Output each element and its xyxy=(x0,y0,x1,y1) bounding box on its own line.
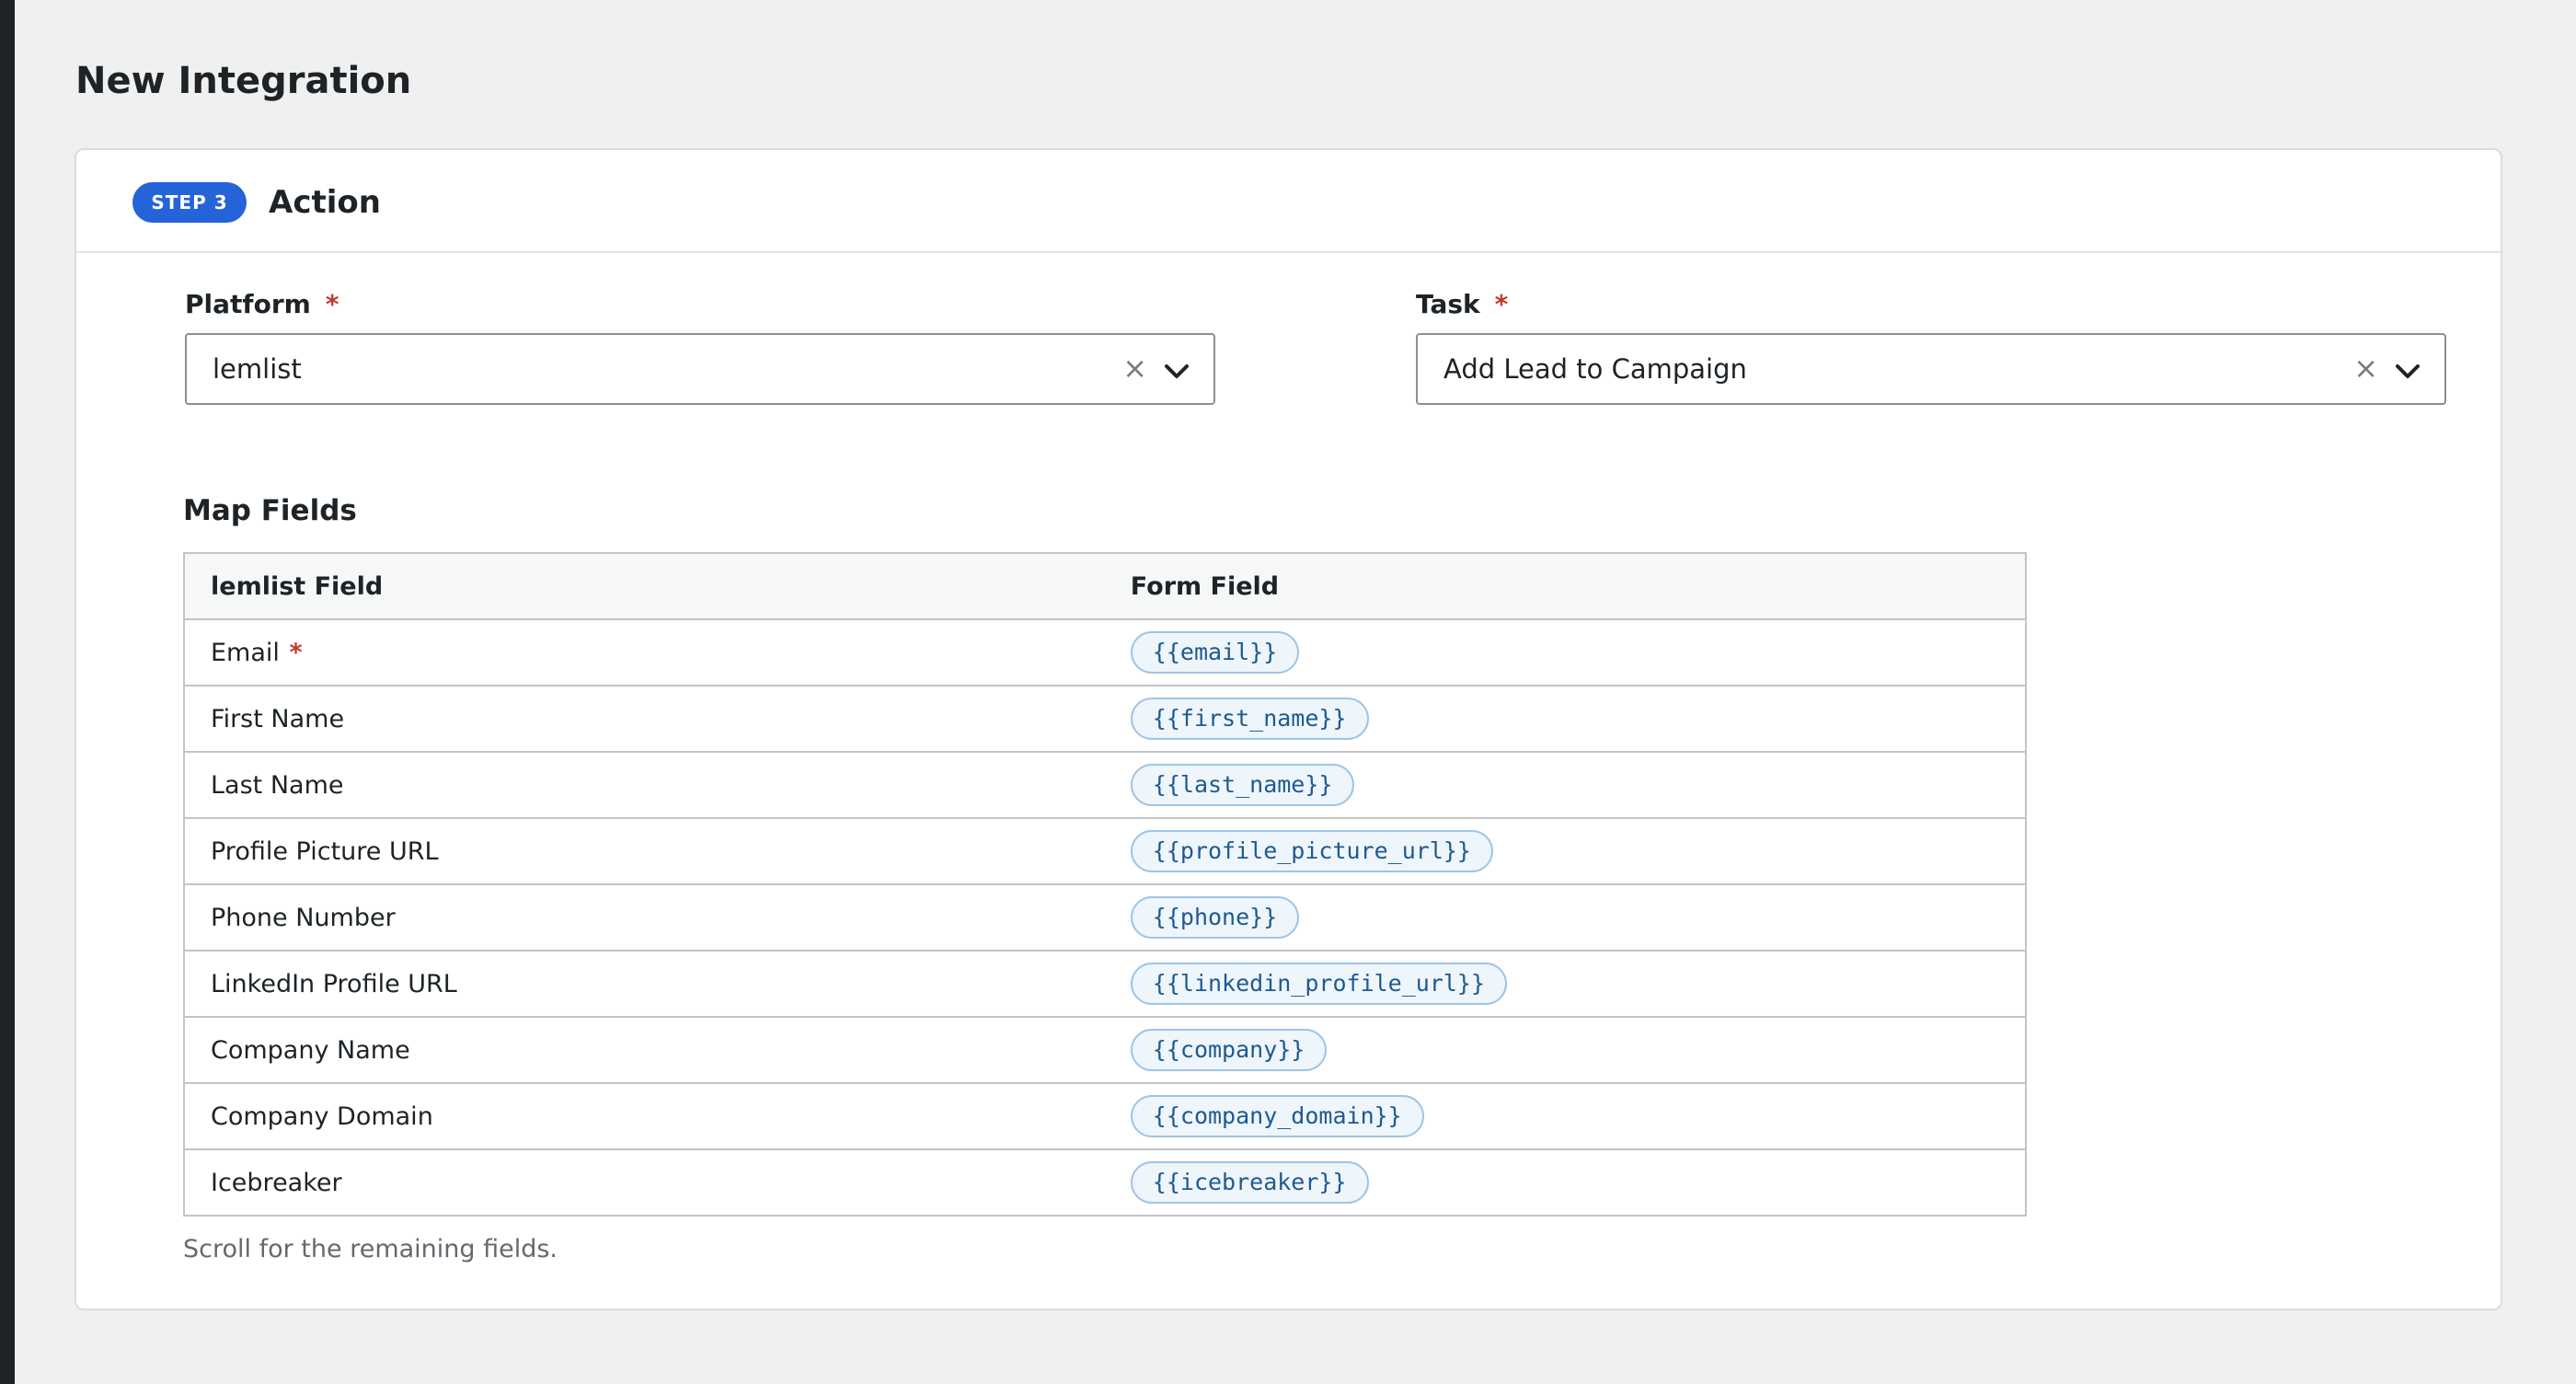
form-field-cell: {{email}} xyxy=(1104,619,2026,686)
form-field-cell: {{company}} xyxy=(1104,1017,2026,1084)
table-header-row: lemlist Field Form Field xyxy=(184,553,2026,620)
platform-select-value: lemlist xyxy=(213,353,302,385)
merge-tag[interactable]: {{company}} xyxy=(1130,1029,1328,1071)
step-badge: STEP 3 xyxy=(132,182,247,223)
field-name: Email xyxy=(211,638,280,667)
form-field-cell: {{company_domain}} xyxy=(1104,1083,2026,1150)
platform-label-text: Platform xyxy=(185,289,311,319)
form-field-cell: {{phone}} xyxy=(1104,884,2026,952)
platform-select[interactable]: lemlist × xyxy=(185,333,1215,405)
platform-required-mark: * xyxy=(325,289,339,319)
table-row: Company Domain {{company_domain}} xyxy=(184,1083,2026,1150)
merge-tag[interactable]: {{company_domain}} xyxy=(1130,1095,1424,1137)
table-row: LinkedIn Profile URL {{linkedin_profile_… xyxy=(184,951,2026,1018)
task-required-mark: * xyxy=(1494,289,1509,319)
table-row: Company Name {{company}} xyxy=(184,1017,2026,1084)
form-field-cell: {{linkedin_profile_url}} xyxy=(1104,951,2026,1018)
card-header: STEP 3 Action xyxy=(76,150,2501,253)
required-mark: * xyxy=(289,638,303,667)
table-row: Profile Picture URL {{profile_picture_ur… xyxy=(184,818,2026,885)
page-title: New Integration xyxy=(75,60,412,102)
form-field-cell: {{icebreaker}} xyxy=(1105,1149,2026,1216)
column-header-form-field: Form Field xyxy=(1104,553,2026,620)
task-clear-icon[interactable]: × xyxy=(2353,350,2378,386)
task-select-value: Add Lead to Campaign xyxy=(1443,353,1747,385)
table-row: Email * {{email}} xyxy=(184,619,2026,686)
merge-tag[interactable]: {{profile_picture_url}} xyxy=(1130,830,1493,872)
platform-clear-icon[interactable]: × xyxy=(1122,350,1147,386)
form-field-cell: {{first_name}} xyxy=(1104,686,2026,753)
task-label-text: Task xyxy=(1416,289,1480,319)
merge-tag[interactable]: {{email}} xyxy=(1130,631,1300,674)
lemlist-field-cell: Profile Picture URL xyxy=(184,818,1105,885)
form-field-cell: {{last_name}} xyxy=(1104,752,2026,819)
lemlist-field-cell: Last Name xyxy=(184,752,1105,819)
step-title: Action xyxy=(269,184,381,221)
scroll-hint: Scroll for the remaining fields. xyxy=(183,1235,558,1263)
lemlist-field-cell: Company Domain xyxy=(184,1083,1105,1150)
map-fields-title: Map Fields xyxy=(183,494,357,527)
lemlist-field-cell: LinkedIn Profile URL xyxy=(184,951,1105,1018)
table-row: Phone Number {{phone}} xyxy=(184,884,2026,952)
merge-tag[interactable]: {{phone}} xyxy=(1130,896,1300,939)
task-label: Task * xyxy=(1416,288,1508,321)
lemlist-field-cell: Phone Number xyxy=(184,884,1105,952)
column-header-lemlist-field: lemlist Field xyxy=(184,553,1105,620)
chevron-down-icon[interactable] xyxy=(1164,363,1190,381)
table-row: First Name {{first_name}} xyxy=(184,686,2026,753)
task-select[interactable]: Add Lead to Campaign × xyxy=(1416,333,2446,405)
table-row: Last Name {{last_name}} xyxy=(184,752,2026,819)
lemlist-field-cell: Email * xyxy=(184,619,1105,686)
lemlist-field-cell: Company Name xyxy=(184,1017,1105,1084)
admin-sidebar-edge xyxy=(0,0,15,1384)
merge-tag[interactable]: {{icebreaker}} xyxy=(1130,1161,1369,1204)
table-row: Icebreaker {{icebreaker}} xyxy=(184,1149,2026,1216)
field-mapping-table: lemlist Field Form Field Email * {{email… xyxy=(183,552,2027,1217)
chevron-down-icon[interactable] xyxy=(2395,363,2421,381)
lemlist-field-cell: Icebreaker xyxy=(211,1168,342,1197)
merge-tag[interactable]: {{last_name}} xyxy=(1130,764,1355,806)
merge-tag[interactable]: {{linkedin_profile_url}} xyxy=(1130,963,1508,1005)
form-field-cell: {{profile_picture_url}} xyxy=(1104,818,2026,885)
merge-tag[interactable]: {{first_name}} xyxy=(1130,698,1369,740)
lemlist-field-cell: First Name xyxy=(184,686,1105,753)
platform-label: Platform * xyxy=(185,288,339,321)
